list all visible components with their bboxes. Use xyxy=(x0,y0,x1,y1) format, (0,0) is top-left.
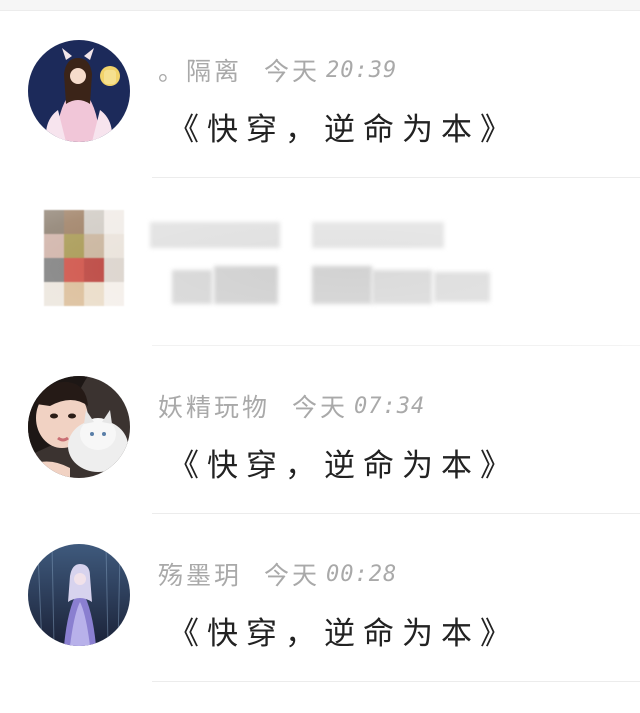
avatar[interactable] xyxy=(28,376,130,478)
timestamp: 20:39 xyxy=(326,57,398,83)
date-label: 今天 xyxy=(292,393,349,422)
comment-meta: 殇墨玥 今天 00:28 xyxy=(158,556,398,590)
timestamp: 07:34 xyxy=(354,393,426,419)
comment-text: 《快穿，逆命为本》 xyxy=(168,616,519,652)
avatar[interactable] xyxy=(28,544,130,646)
date-label: 今天 xyxy=(264,561,321,590)
username[interactable]: 殇墨玥 xyxy=(158,556,242,592)
comment-meta: 妖精玩物 今天 07:34 xyxy=(158,388,426,422)
comment-item[interactable]: 。隔离 今天 20:39 《快穿，逆命为本》 xyxy=(0,10,640,178)
divider xyxy=(152,681,640,682)
username[interactable]: 妖精玩物 xyxy=(158,388,270,424)
comment-text: 《快穿，逆命为本》 xyxy=(168,112,519,148)
username[interactable]: 。隔离 xyxy=(158,52,242,88)
comment-text: 《快穿，逆命为本》 xyxy=(168,448,519,484)
date-label: 今天 xyxy=(264,57,321,86)
timestamp: 00:28 xyxy=(326,561,398,587)
comment-item[interactable]: 殇墨玥 今天 00:28 《快穿，逆命为本》 xyxy=(0,514,640,682)
avatar-illustration-fox-girl xyxy=(28,40,130,142)
avatar-photo-girl-with-cat xyxy=(28,376,130,478)
avatar[interactable] xyxy=(28,40,130,142)
comment-meta: 。隔离 今天 20:39 xyxy=(158,52,398,86)
blur-haze xyxy=(0,188,640,348)
comment-item[interactable]: 妖精玩物 今天 07:34 《快穿，逆命为本》 xyxy=(0,346,640,514)
avatar-illustration-night-girl xyxy=(28,544,130,646)
